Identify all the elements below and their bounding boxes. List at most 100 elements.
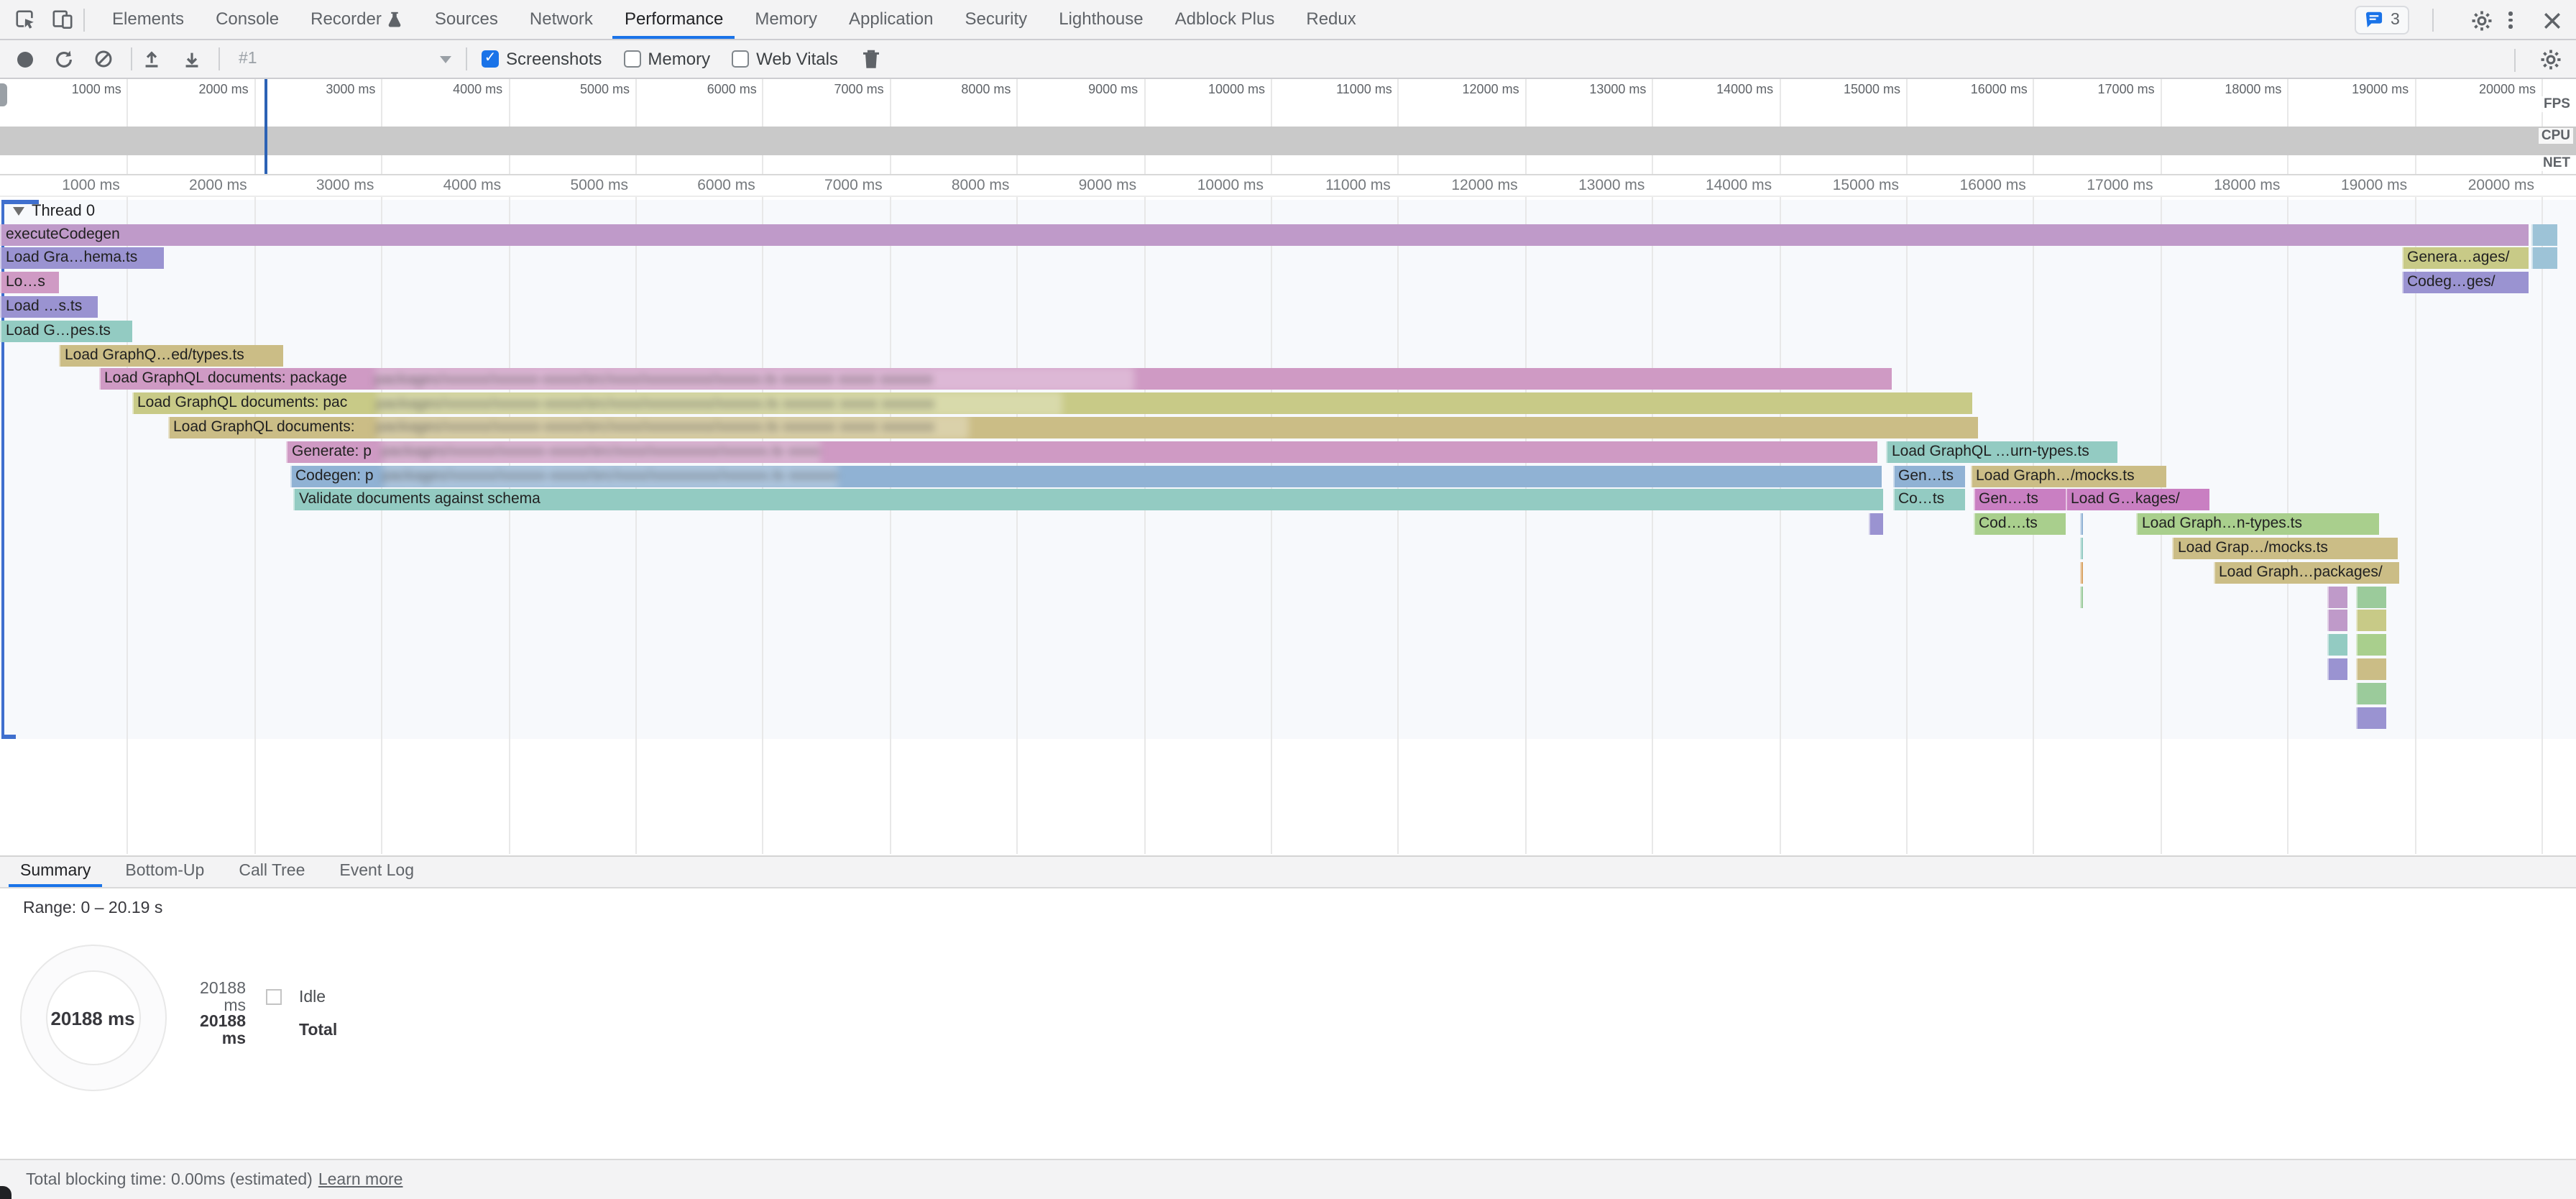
tab-sources[interactable]: Sources <box>419 0 514 39</box>
flame-bar[interactable]: Load Graph…n-types.ts <box>2136 513 2379 535</box>
flame-bar[interactable] <box>2080 561 2083 583</box>
overview-tick-label: 18000 ms <box>2158 81 2281 98</box>
flame-bar[interactable]: Load GraphQ…ed/types.ts <box>59 344 283 366</box>
flame-bar[interactable] <box>2356 634 2386 656</box>
checkbox-screenshots[interactable]: ✓Screenshots <box>482 49 602 69</box>
flame-bar[interactable] <box>2327 610 2347 632</box>
flame-bar[interactable]: Load GraphQL documents: packages/xxxxxx/… <box>167 417 1978 438</box>
capture-settings-gear-icon[interactable] <box>2539 48 2562 71</box>
tab-elements[interactable]: Elements <box>96 0 200 39</box>
overview-tick-label: 12000 ms <box>1396 81 1519 98</box>
overview-tick-label: 5000 ms <box>506 81 630 98</box>
trash-icon[interactable] <box>860 47 883 70</box>
timeline-ruler: 1000 ms2000 ms3000 ms4000 ms5000 ms6000 … <box>0 175 2576 197</box>
flame-bar[interactable] <box>2327 658 2347 680</box>
record-button[interactable] <box>17 51 33 67</box>
flame-bar[interactable]: Codegen: ppackages/xxxxxx/xxxxxx-xxxxx/s… <box>290 465 1881 487</box>
thread-header[interactable]: Thread 0 <box>13 203 95 220</box>
settings-gear-icon[interactable] <box>2470 8 2495 32</box>
overview-left-handle[interactable] <box>0 83 6 106</box>
flame-bar[interactable] <box>2356 658 2386 680</box>
flame-bar[interactable] <box>2327 586 2347 607</box>
overview-tick-label: 10000 ms <box>1141 81 1265 98</box>
details-tab-call-tree[interactable]: Call Tree <box>221 857 322 887</box>
tab-network[interactable]: Network <box>514 0 609 39</box>
flame-bar[interactable] <box>2356 682 2386 704</box>
flame-bar[interactable]: Load …s.ts <box>0 296 98 318</box>
flame-bar[interactable]: Codeg…ges/ <box>2401 272 2529 293</box>
checkbox-box[interactable] <box>732 50 749 68</box>
overview-tick-label: 20000 ms <box>2412 81 2536 98</box>
flame-bar[interactable]: Generate: ppackages/xxxxxx/xxxxxx-xxxxx/… <box>286 441 1877 462</box>
history-dropdown[interactable]: #1 <box>239 50 451 68</box>
lane-label-net: NET <box>2540 155 2573 170</box>
flame-bar-label: Load GraphQL documents: pac <box>132 394 347 411</box>
details-tab-event-log[interactable]: Event Log <box>322 857 431 887</box>
flame-bar[interactable] <box>2356 586 2386 607</box>
device-toolbar-icon[interactable] <box>50 7 75 32</box>
tab-lighthouse[interactable]: Lighthouse <box>1043 0 1159 39</box>
flame-bar[interactable]: Load GraphQL documents: pacpackages/xxxx… <box>132 392 1972 414</box>
flame-bar[interactable]: Load Grap…/mocks.ts <box>2172 538 2398 559</box>
collapse-triangle-icon[interactable] <box>13 207 24 216</box>
legend-value: 20188 ms <box>178 980 246 1014</box>
tab-application[interactable]: Application <box>833 0 949 39</box>
more-options-kebab-icon[interactable] <box>2509 12 2513 29</box>
flame-bar[interactable]: Load G…pes.ts <box>0 320 132 341</box>
checkbox-label: Web Vitals <box>756 49 838 69</box>
flame-bar[interactable]: Gen….ts <box>1973 490 2065 511</box>
details-tab-bottom-up[interactable]: Bottom-Up <box>108 857 221 887</box>
flame-bar[interactable]: Co…ts <box>1892 490 1964 511</box>
details-tab-summary[interactable]: Summary <box>3 857 108 887</box>
flame-bar[interactable] <box>1868 513 1882 535</box>
ruler-tick-label: 18000 ms <box>2156 175 2280 197</box>
flame-bar[interactable]: Gen…ts <box>1892 465 1964 487</box>
flame-bar[interactable] <box>2327 634 2347 656</box>
flame-bar[interactable]: Validate documents against schema <box>293 490 1883 511</box>
checkbox-memory[interactable]: Memory <box>623 49 710 69</box>
issues-counter[interactable]: 3 <box>2355 6 2410 35</box>
flame-bar[interactable] <box>2356 610 2386 632</box>
checkbox-box[interactable] <box>623 50 640 68</box>
inspect-element-icon[interactable] <box>13 7 37 32</box>
checkbox-box[interactable]: ✓ <box>482 50 499 68</box>
close-icon[interactable] <box>2540 8 2564 32</box>
checkbox-web-vitals[interactable]: Web Vitals <box>732 49 838 69</box>
timeline-overview[interactable]: 1000 ms2000 ms3000 ms4000 ms5000 ms6000 … <box>0 79 2576 175</box>
ruler-tick-label: 1000 ms <box>0 175 120 197</box>
save-profile-icon[interactable] <box>180 47 203 70</box>
flame-bar[interactable] <box>2080 586 2082 607</box>
divider <box>83 8 85 31</box>
flame-bar[interactable]: Load G…kages/ <box>2065 490 2209 511</box>
flame-bar[interactable]: Load Graph…/mocks.ts <box>1970 465 2166 487</box>
clear-recording-icon[interactable] <box>92 47 115 70</box>
tab-security[interactable]: Security <box>949 0 1043 39</box>
flame-bar[interactable]: Load Gra…hema.ts <box>0 248 164 270</box>
flame-chart[interactable]: Thread 0 executeCodegen Load Gra…hema.ts G… <box>0 197 2576 854</box>
tab-memory[interactable]: Memory <box>739 0 833 39</box>
flame-bar[interactable]: Cod….ts <box>1973 513 2065 535</box>
tab-console[interactable]: Console <box>200 0 295 39</box>
flame-bar[interactable]: Load GraphQL documents: packagepackages/… <box>98 369 1892 390</box>
flame-bar[interactable]: Load Graph…packages/ <box>2213 561 2398 583</box>
gridline <box>763 197 764 854</box>
flame-bar[interactable]: executeCodegen <box>0 224 2529 245</box>
tab-performance[interactable]: Performance <box>609 0 739 39</box>
flame-bar[interactable] <box>2080 538 2083 559</box>
load-profile-icon[interactable] <box>139 47 162 70</box>
flame-bar[interactable] <box>2531 224 2557 245</box>
overview-tick-label: 11000 ms <box>1269 81 1392 98</box>
flame-bar[interactable]: Genera…ages/ <box>2401 248 2529 270</box>
flame-bar[interactable]: Lo…s <box>0 272 59 293</box>
flame-bar[interactable]: Load GraphQL …urn-types.ts <box>1886 441 2117 462</box>
tab-redux[interactable]: Redux <box>1290 0 1371 39</box>
overview-cursor-line[interactable] <box>264 79 267 175</box>
tab-recorder[interactable]: Recorder <box>295 0 419 39</box>
flame-bar[interactable] <box>2356 707 2386 728</box>
reload-and-record-icon[interactable] <box>52 47 75 70</box>
flame-bar[interactable] <box>2080 513 2083 535</box>
toolbar-right <box>2506 40 2562 79</box>
learn-more-link[interactable]: Learn more <box>318 1171 403 1188</box>
tab-adblock-plus[interactable]: Adblock Plus <box>1159 0 1291 39</box>
flame-bar[interactable] <box>2531 248 2557 270</box>
